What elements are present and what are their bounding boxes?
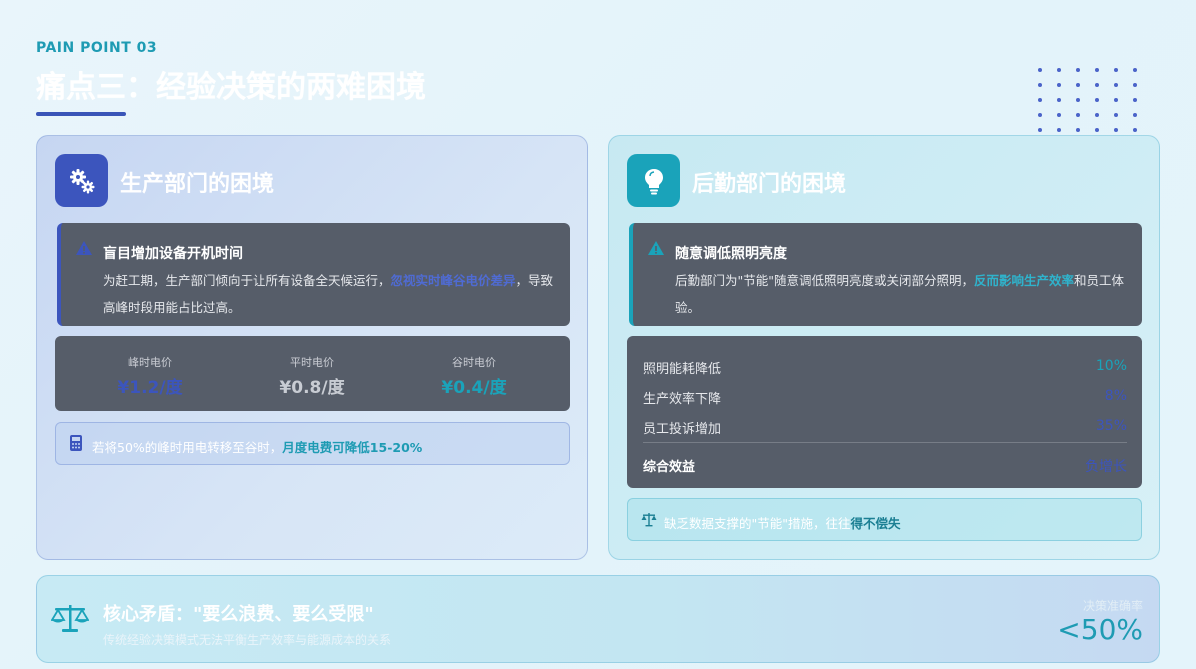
impact-row-complaints: 员工投诉增加 35% bbox=[643, 418, 1127, 437]
peak-price: 峰时电价 ¥1.2/度 bbox=[117, 356, 183, 398]
logistics-issue-box: 随意调低照明亮度 后勤部门为"节能"随意调低照明亮度或关闭部分照明，反而影响生产… bbox=[629, 223, 1142, 326]
logistics-tip-text: 缺乏数据支撑的"节能"措施，往往得不偿失 bbox=[664, 516, 901, 531]
valley-price: 谷时电价 ¥0.4/度 bbox=[441, 356, 507, 398]
impact-row-efficiency: 生产效率下降 8% bbox=[643, 388, 1127, 407]
lightbulb-icon bbox=[627, 154, 680, 207]
decision-accuracy-label: 决策准确率 bbox=[1082, 599, 1143, 613]
calculator-icon bbox=[70, 435, 82, 451]
production-dilemma-card: 生产部门的困境 盲目增加设备开机时间 为赶工期，生产部门倾向于让所有设备全天候运… bbox=[36, 135, 588, 560]
page-title: 痛点三：经验决策的两难困境 bbox=[36, 70, 426, 105]
production-issue-text: 为赶工期，生产部门倾向于让所有设备全天候运行，忽视实时峰谷电价差异，导致高峰时段… bbox=[103, 273, 554, 315]
impact-row-summary: 综合效益 负增长 bbox=[643, 459, 1127, 475]
warning-icon bbox=[76, 241, 92, 255]
flat-price: 平时电价 ¥0.8/度 bbox=[279, 356, 345, 398]
core-conflict-banner: 核心矛盾："要么浪费、要么受限" 传统经验决策模式无法平衡生产效率与能源成本的关… bbox=[36, 575, 1160, 663]
production-tip-text: 若将50%的峰时用电转移至谷时，月度电费可降低15-20% bbox=[92, 440, 423, 455]
gears-icon bbox=[55, 154, 108, 207]
title-underline bbox=[36, 112, 126, 116]
logistics-card-title: 后勤部门的困境 bbox=[692, 172, 847, 197]
impact-row-energy: 照明能耗降低 10% bbox=[643, 358, 1127, 377]
core-conflict-title: 核心矛盾："要么浪费、要么受限" bbox=[103, 604, 374, 625]
decision-accuracy-value: <50% bbox=[1057, 613, 1143, 646]
pain-point-kicker: PAIN POINT 03 bbox=[36, 40, 158, 56]
production-issue-highlight: 忽视实时峰谷电价差异 bbox=[390, 273, 516, 288]
decorative-dot-grid bbox=[1038, 68, 1142, 134]
production-tip-highlight: 月度电费可降低15-20% bbox=[282, 440, 423, 455]
production-issue-title: 盲目增加设备开机时间 bbox=[103, 246, 243, 262]
lighting-impact-box: 照明能耗降低 10% 生产效率下降 8% 员工投诉增加 35% 综合效益 负增长 bbox=[627, 336, 1142, 488]
logistics-issue-highlight: 反而影响生产效率 bbox=[974, 273, 1075, 288]
logistics-tip-box: 缺乏数据支撑的"节能"措施，往往得不偿失 bbox=[627, 498, 1142, 541]
production-card-title: 生产部门的困境 bbox=[120, 172, 275, 197]
electricity-price-box: 峰时电价 ¥1.2/度 平时电价 ¥0.8/度 谷时电价 ¥0.4/度 bbox=[55, 336, 570, 411]
impact-divider bbox=[643, 442, 1127, 443]
logistics-dilemma-card: 后勤部门的困境 随意调低照明亮度 后勤部门为"节能"随意调低照明亮度或关闭部分照… bbox=[608, 135, 1160, 560]
balance-icon bbox=[641, 513, 657, 527]
logistics-issue-text: 后勤部门为"节能"随意调低照明亮度或关闭部分照明，反而影响生产效率和员工体验。 bbox=[675, 273, 1125, 315]
logistics-issue-title: 随意调低照明亮度 bbox=[675, 246, 787, 262]
production-tip-box: 若将50%的峰时用电转移至谷时，月度电费可降低15-20% bbox=[55, 422, 570, 465]
logistics-tip-highlight: 得不偿失 bbox=[850, 516, 901, 531]
scale-icon bbox=[51, 605, 89, 632]
warning-icon bbox=[648, 241, 664, 255]
production-issue-box: 盲目增加设备开机时间 为赶工期，生产部门倾向于让所有设备全天候运行，忽视实时峰谷… bbox=[57, 223, 570, 326]
core-conflict-subtitle: 传统经验决策模式无法平衡生产效率与能源成本的关系 bbox=[103, 633, 392, 647]
